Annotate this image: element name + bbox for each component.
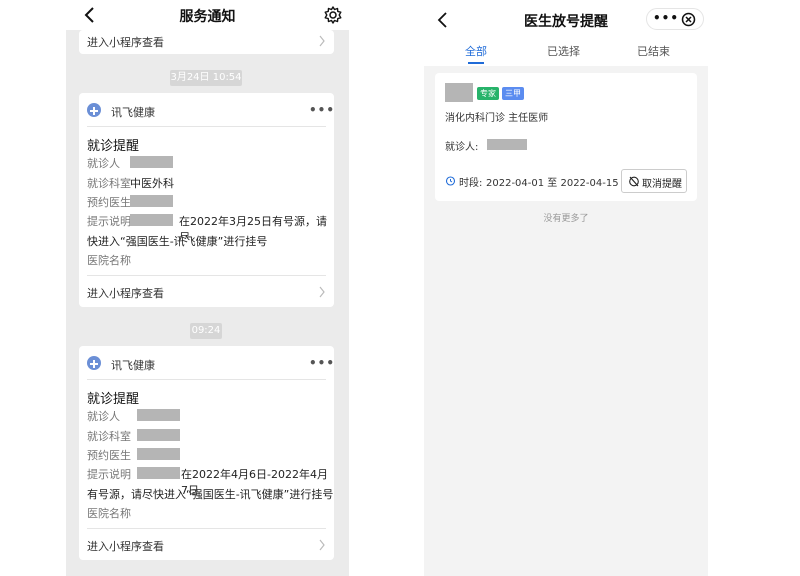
redacted-doctor-photo (445, 83, 473, 102)
redacted-doctor (130, 195, 173, 207)
close-circle-icon[interactable] (681, 12, 696, 27)
expert-tag: 专家 (477, 87, 499, 100)
active-tab-indicator (468, 62, 484, 64)
redacted-note-name (130, 214, 173, 226)
doctor-label: 预约医生 (87, 449, 131, 462)
period-value: 2022-04-01 至 2022-04-15 (486, 178, 619, 189)
chevron-right-icon (319, 286, 325, 298)
page-title: 服务通知 (179, 9, 236, 25)
department-label: 就诊科室 (87, 177, 131, 190)
doctor-release-reminder-screen: 医生放号提醒 ••• 全部 已选择 已结束 专家 三甲 消化内科门诊 主任医师 … (424, 0, 708, 576)
tab-ended[interactable]: 已结束 (637, 43, 670, 59)
grade-tag: 三甲 (502, 87, 524, 100)
redacted-department (137, 429, 180, 441)
open-miniprogram-label: 进入小程序查看 (87, 36, 164, 49)
nav-bar: 医生放号提醒 ••• 全部 已选择 已结束 (424, 0, 708, 66)
cancel-reminder-button[interactable]: 取消提醒 (621, 169, 687, 193)
divider (87, 528, 326, 529)
patient-label: 就诊人 (87, 410, 120, 423)
doctor-label: 预约医生 (87, 196, 131, 209)
app-row: 讯飞健康 ••• (87, 103, 334, 119)
note-text-line2: 有号源，请尽快进入“强国医生-讯飞健康”进行挂号 (87, 488, 334, 501)
note-text-line2: 快进入“强国医生-讯飞健康”进行挂号 (87, 235, 268, 248)
notification-card: 讯飞健康 ••• 就诊提醒 就诊人 就诊科室 预约医生 提示说明 在2022年4… (79, 346, 334, 560)
divider (87, 275, 326, 276)
open-miniprogram-label: 进入小程序查看 (87, 540, 164, 553)
service-notifications-screen: 服务通知 进入小程序查看 3月24日 10:54 讯飞健康 ••• 就诊提醒 就… (66, 0, 349, 576)
department-label: 就诊科室 (87, 430, 131, 443)
more-options-icon[interactable]: ••• (653, 12, 679, 24)
hospital-label: 医院名称 (87, 254, 131, 267)
redacted-patient (137, 409, 180, 421)
redacted-patient (487, 139, 527, 150)
open-miniprogram-label: 进入小程序查看 (87, 287, 164, 300)
card-title: 就诊提醒 (87, 392, 140, 407)
tab-all[interactable]: 全部 (465, 43, 487, 59)
redacted-doctor (137, 448, 180, 460)
department-value: 中医外科 (130, 177, 174, 190)
miniprogram-capsule: ••• (646, 8, 704, 30)
more-options-icon[interactable]: ••• (309, 104, 335, 116)
chevron-right-icon (319, 35, 325, 47)
divider (87, 126, 326, 127)
app-logo-icon (87, 103, 101, 117)
more-options-icon[interactable]: ••• (309, 357, 335, 369)
department-title: 消化内科门诊 主任医师 (445, 113, 549, 124)
period-label: 时段: (459, 178, 483, 189)
reminder-card[interactable]: 专家 三甲 消化内科门诊 主任医师 就诊人: 时段: 2022-04-01 至 … (435, 73, 697, 201)
open-miniprogram-link[interactable]: 进入小程序查看 (79, 277, 334, 307)
card-title: 就诊提醒 (87, 139, 140, 154)
patient-label: 就诊人 (87, 157, 120, 170)
chevron-right-icon (319, 539, 325, 551)
redacted-note-name (137, 467, 180, 479)
app-logo-icon (87, 356, 101, 370)
app-name: 讯飞健康 (111, 359, 155, 372)
open-miniprogram-link[interactable]: 进入小程序查看 (79, 530, 334, 560)
note-label: 提示说明 (87, 468, 131, 481)
timestamp-badge: 3月24日 10:54 (170, 70, 242, 86)
alarm-clock-icon (445, 176, 456, 186)
end-of-list-text: 没有更多了 (543, 214, 589, 224)
patient-label: 就诊人: (445, 142, 479, 153)
gear-icon[interactable] (323, 5, 343, 25)
notification-card-partial: 进入小程序查看 (79, 30, 334, 54)
divider (87, 379, 326, 380)
timestamp-badge: 09:24 (190, 323, 222, 339)
tab-selected[interactable]: 已选择 (547, 43, 580, 59)
cancel-reminder-label: 取消提醒 (642, 179, 682, 190)
app-name: 讯飞健康 (111, 106, 155, 119)
redacted-patient (130, 156, 173, 168)
note-label: 提示说明 (87, 215, 131, 228)
notification-card: 讯飞健康 ••• 就诊提醒 就诊人 就诊科室 中医外科 预约医生 提示说明 在2… (79, 93, 334, 307)
open-miniprogram-link[interactable]: 进入小程序查看 (79, 26, 334, 56)
app-row: 讯飞健康 ••• (87, 356, 334, 372)
alarm-off-icon (629, 176, 639, 187)
hospital-label: 医院名称 (87, 507, 131, 520)
